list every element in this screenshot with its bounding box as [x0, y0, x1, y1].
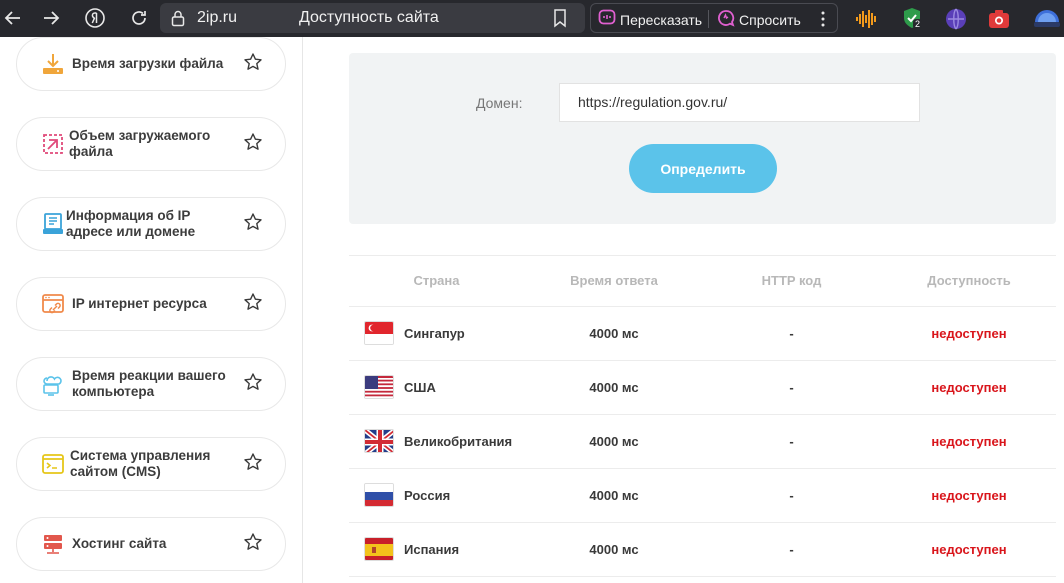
table-row: Россия 4000 мс - недоступен [349, 469, 1056, 523]
weather-extension-icon[interactable] [1032, 8, 1062, 35]
http-code: - [789, 434, 794, 449]
sound-wave-extension-icon[interactable] [855, 8, 879, 35]
terminal-icon [41, 452, 65, 476]
country-name: Россия [404, 488, 451, 503]
sidebar-item-file-download-time[interactable]: Время загрузки файла [16, 37, 286, 91]
sidebar-item-ip-domain-info[interactable]: Информация об IP адресе или домене [16, 197, 286, 251]
http-code: - [789, 488, 794, 503]
country-name: США [404, 380, 436, 395]
russia-flag-icon [364, 483, 394, 507]
forward-icon[interactable] [38, 5, 64, 31]
browser-link-icon [41, 292, 65, 316]
bookmark-icon[interactable] [552, 8, 568, 33]
country-name: Сингапур [404, 326, 465, 341]
sidebar-item-label: Объем загружаемого файла [69, 128, 211, 159]
sidebar-item-computer-reaction[interactable]: Время реакции вашего компьютера [16, 357, 286, 411]
availability-status: недоступен [931, 434, 1007, 449]
star-icon[interactable] [243, 452, 265, 474]
extension-badge: 2 [913, 19, 923, 29]
http-code: - [789, 326, 794, 341]
vpn-extension-icon[interactable] [944, 7, 968, 36]
singapore-flag-icon [364, 321, 394, 345]
back-icon[interactable] [0, 5, 26, 31]
address-bar[interactable]: 2ip.ru Доступность сайта [160, 3, 585, 33]
sidebar: Время загрузки файла Объем загружаемого … [0, 37, 303, 583]
sidebar-item-cms[interactable]: Система управления сайтом (CMS) [16, 437, 286, 491]
cloud-computer-icon [41, 372, 65, 396]
country-name: Великобритания [404, 434, 513, 449]
http-code: - [789, 380, 794, 395]
domain-label: Домен: [476, 95, 523, 111]
sidebar-item-label: Система управления сайтом (CMS) [70, 448, 211, 479]
ask-button[interactable]: Спросить [717, 9, 801, 30]
header-country: Страна [413, 273, 460, 288]
response-time: 4000 мс [589, 326, 639, 341]
lock-icon [170, 9, 186, 32]
more-icon[interactable] [820, 9, 826, 34]
availability-status: недоступен [931, 488, 1007, 503]
download-icon [41, 52, 65, 76]
table-header: Страна Время ответа HTTP код Доступность [349, 255, 1056, 307]
ask-label: Спросить [739, 11, 801, 28]
usa-flag-icon [364, 375, 394, 399]
ai-actions: Пересказать Спросить [590, 3, 838, 33]
retell-button[interactable]: Пересказать [598, 9, 702, 30]
table-row: США 4000 мс - недоступен [349, 361, 1056, 415]
header-http-code: HTTP код [761, 273, 822, 288]
document-icon [41, 212, 65, 236]
star-icon[interactable] [243, 372, 265, 394]
header-response-time: Время ответа [570, 273, 658, 288]
sidebar-item-label: Время загрузки файла [72, 56, 224, 71]
retell-label: Пересказать [620, 11, 703, 28]
retell-icon [598, 9, 616, 30]
sidebar-item-label: IP интернет ресурса [72, 296, 207, 311]
star-icon[interactable] [243, 532, 265, 554]
sidebar-item-hosting[interactable]: Хостинг сайта [16, 517, 286, 571]
domain-form: Домен: https://regulation.gov.ru/ Опреде… [349, 53, 1056, 224]
uk-flag-icon [364, 429, 394, 453]
table-row: Великобритания 4000 мс - недоступен [349, 415, 1056, 469]
response-time: 4000 мс [589, 434, 639, 449]
table-row: Сингапур 4000 мс - недоступен [349, 307, 1056, 361]
header-availability: Доступность [927, 273, 1011, 288]
star-icon[interactable] [243, 52, 265, 74]
resize-icon [41, 132, 65, 156]
page-title: Доступность сайта [299, 9, 439, 26]
ai-divider [708, 10, 709, 28]
star-icon[interactable] [243, 212, 265, 234]
response-time: 4000 мс [589, 488, 639, 503]
domain-input[interactable]: https://regulation.gov.ru/ [559, 83, 920, 122]
table-row: Испания 4000 мс - недоступен [349, 523, 1056, 577]
browser-toolbar: 2ip.ru Доступность сайта Пересказать Спр… [0, 0, 1064, 37]
reload-icon[interactable] [126, 5, 152, 31]
availability-status: недоступен [931, 326, 1007, 341]
sidebar-item-ip-resource[interactable]: IP интернет ресурса [16, 277, 286, 331]
country-name: Испания [404, 542, 460, 557]
spain-flag-icon [364, 537, 394, 561]
star-icon[interactable] [243, 132, 265, 154]
star-icon[interactable] [243, 292, 265, 314]
ask-icon [717, 9, 735, 30]
screenshot-extension-icon[interactable] [987, 8, 1011, 35]
availability-status: недоступен [931, 380, 1007, 395]
sidebar-item-label: Время реакции вашего компьютера [72, 368, 226, 399]
sidebar-item-file-size[interactable]: Объем загружаемого файла [16, 117, 286, 171]
address-domain: 2ip.ru [197, 9, 238, 26]
sidebar-item-label: Хостинг сайта [72, 536, 167, 551]
response-time: 4000 мс [589, 380, 639, 395]
http-code: - [789, 542, 794, 557]
availability-status: недоступен [931, 542, 1007, 557]
server-icon [41, 532, 65, 556]
sidebar-item-label: Информация об IP адресе или домене [66, 208, 196, 239]
shield-extension-icon[interactable]: 2 [900, 6, 924, 37]
determine-button[interactable]: Определить [629, 144, 777, 193]
response-time: 4000 мс [589, 542, 639, 557]
yandex-icon[interactable] [82, 5, 108, 31]
